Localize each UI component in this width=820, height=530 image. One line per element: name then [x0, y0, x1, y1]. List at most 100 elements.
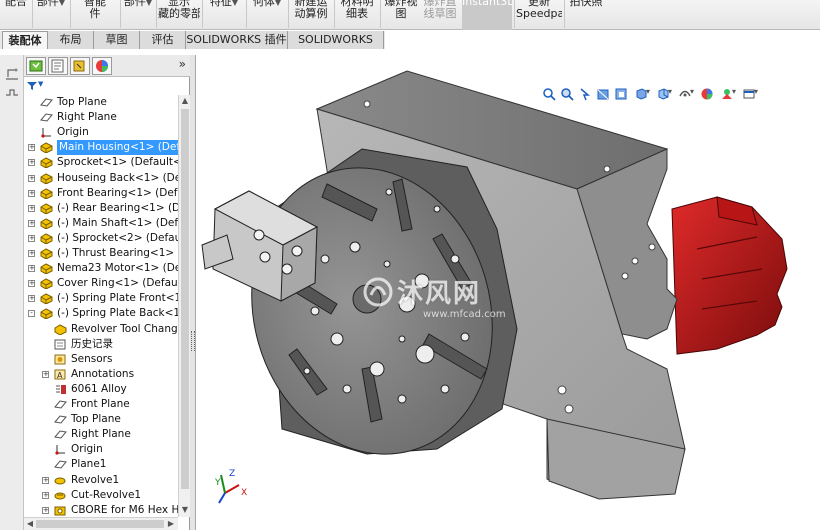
- panel-expand-chevron-icon[interactable]: »: [179, 57, 186, 71]
- part-icon: [40, 308, 53, 320]
- expand-plus-icon[interactable]: +: [28, 295, 35, 303]
- tree-item[interactable]: + (-) Main Shaft<1> (Default<<D: [24, 216, 178, 231]
- tree-item[interactable]: + Cut-Revolve1: [24, 488, 178, 503]
- tree-item[interactable]: + Front Bearing<1> (Default<<De: [24, 186, 178, 201]
- tree-item[interactable]: Top Plane: [24, 412, 178, 427]
- scroll-up-arrow-icon[interactable]: ▲: [180, 96, 190, 106]
- zoom-to-area-icon[interactable]: [560, 87, 574, 101]
- ribbon-take-snapshot[interactable]: 拍快照: [566, 0, 606, 30]
- expand-plus-icon[interactable]: +: [42, 491, 49, 499]
- expand-plus-icon[interactable]: +: [28, 280, 35, 288]
- scroll-down-arrow-icon[interactable]: ▼: [180, 505, 190, 515]
- expand-plus-icon[interactable]: +: [42, 506, 49, 514]
- edit-appearance-icon[interactable]: [700, 87, 714, 101]
- tree-item[interactable]: Right Plane: [24, 110, 178, 125]
- tree-item[interactable]: - (-) Spring Plate Back<1> (Def: [24, 306, 178, 321]
- tree-item[interactable]: + Cover Ring<1> (Default<<Defa: [24, 276, 178, 291]
- configuration-manager-tab[interactable]: [70, 57, 90, 75]
- expand-plus-icon[interactable]: +: [28, 234, 35, 242]
- ribbon-label: 部件: [36, 0, 59, 8]
- tree-item[interactable]: + Houseing Back<1> (Default<<D: [24, 171, 178, 186]
- expand-plus-icon[interactable]: +: [28, 250, 35, 257]
- watermark-text: 沐风网: [397, 279, 482, 309]
- ribbon-explode-line-sketch[interactable]: 爆炸直 线草图: [420, 0, 460, 30]
- motor[interactable]: [671, 196, 788, 355]
- dimension-icon[interactable]: [4, 87, 20, 99]
- previous-view-icon[interactable]: [578, 87, 592, 101]
- tab-solidworks-mbd[interactable]: SOLIDWORKS MBD: [288, 31, 384, 63]
- tab-sketch[interactable]: 草图: [94, 31, 140, 49]
- ribbon-reference-geometry[interactable]: 何体▼: [248, 0, 286, 30]
- ribbon-bill-of-materials[interactable]: 材料明 细表: [336, 0, 378, 30]
- ribbon-feature[interactable]: 特征▼: [204, 0, 244, 30]
- scroll-thumb[interactable]: [181, 109, 189, 489]
- appearance-icon: [96, 60, 108, 72]
- feature-manager-tab[interactable]: [26, 57, 46, 75]
- ribbon-component[interactable]: 部件▼: [34, 0, 68, 30]
- tab-solidworks-addins[interactable]: SOLIDWORKS 插件: [186, 31, 288, 49]
- expand-plus-icon[interactable]: +: [28, 189, 35, 197]
- configuration-icon: [73, 60, 85, 72]
- expand-plus-icon[interactable]: +: [28, 159, 35, 167]
- panel-splitter[interactable]: [190, 55, 196, 530]
- scroll-left-arrow-icon[interactable]: ◀: [25, 519, 35, 529]
- tree-item[interactable]: + (-) Thrust Bearing<1> (Default: [24, 246, 178, 261]
- tree-item[interactable]: Top Plane: [24, 95, 178, 110]
- tree-item[interactable]: + Main Housing<1> (Default<<De: [24, 140, 178, 156]
- expand-plus-icon[interactable]: +: [28, 174, 35, 182]
- scroll-thumb[interactable]: [36, 520, 164, 528]
- scroll-right-arrow-icon[interactable]: ▶: [166, 519, 176, 529]
- tree-vertical-scrollbar[interactable]: ▲ ▼: [178, 95, 190, 517]
- tab-layout[interactable]: 布局: [48, 31, 94, 49]
- section-view-icon[interactable]: [596, 87, 610, 101]
- expand-plus-icon[interactable]: +: [28, 219, 35, 227]
- tree-item[interactable]: Origin: [24, 125, 178, 140]
- ribbon-new-motion-study[interactable]: 新建运 动算例: [290, 0, 332, 30]
- expand-plus-icon[interactable]: +: [28, 204, 35, 212]
- tree-item[interactable]: + (-) Spring Plate Front<1> (Def: [24, 291, 178, 306]
- tree-item[interactable]: + Sprocket<1> (Default<<Default: [24, 155, 178, 170]
- tree-item[interactable]: Front Plane: [24, 397, 178, 412]
- tree-item[interactable]: Sensors: [24, 352, 178, 367]
- tree-item[interactable]: Right Plane: [24, 427, 178, 442]
- splitter-grip[interactable]: [191, 331, 195, 351]
- tree-item[interactable]: Revolver Tool Changer: [24, 322, 178, 337]
- ribbon-smart-fastener[interactable]: 智能件: [72, 0, 118, 30]
- tree-item[interactable]: + (-) Sprocket<2> (Default<<Def: [24, 231, 178, 246]
- dropdown-caret-icon[interactable]: ▾: [754, 87, 768, 101]
- tree-horizontal-scrollbar[interactable]: ◀ ▶: [24, 517, 178, 530]
- ribbon-move-component[interactable]: 部件▼: [122, 0, 154, 30]
- tree-item[interactable]: + A Annotations: [24, 367, 178, 382]
- tree-item[interactable]: + CBORE for M6 Hex Head Bolt1: [24, 503, 178, 517]
- display-manager-tab[interactable]: [92, 57, 112, 75]
- dynamic-annotation-icon[interactable]: [614, 87, 628, 101]
- expand-plus-icon[interactable]: +: [42, 476, 49, 484]
- tree-item[interactable]: + Revolve1: [24, 473, 178, 488]
- property-manager-tab[interactable]: [48, 57, 68, 75]
- expand-plus-icon[interactable]: +: [42, 370, 49, 378]
- tree-item[interactable]: + (-) Rear Bearing<1> (Default<<: [24, 201, 178, 216]
- expand-plus-icon[interactable]: +: [28, 144, 35, 152]
- triad-x-axis: [224, 484, 240, 494]
- graphics-area[interactable]: ▾ ▾ ▾ ▾ ▾ 沐风网 www.mfcad.com X Y Z: [197, 49, 820, 530]
- ribbon-exploded-view[interactable]: 爆炸视图: [382, 0, 420, 30]
- tree-item[interactable]: Origin: [24, 442, 178, 457]
- ribbon-label: 件: [89, 7, 101, 20]
- zoom-to-fit-icon[interactable]: [542, 87, 556, 101]
- tree-item[interactable]: 历史记录: [24, 337, 178, 352]
- tree-item[interactable]: Plane1: [24, 457, 178, 472]
- ribbon-show-hidden[interactable]: 显示藏的零部件: [158, 0, 200, 30]
- part-icon: [40, 142, 53, 154]
- ribbon-label: 何体: [252, 0, 275, 8]
- tab-evaluate[interactable]: 评估: [140, 31, 186, 49]
- sketch-icon[interactable]: [4, 67, 20, 81]
- expand-plus-icon[interactable]: +: [28, 265, 35, 273]
- ribbon-instant3d[interactable]: Instant3D: [462, 0, 512, 30]
- collapse-minus-icon[interactable]: -: [28, 310, 35, 318]
- tab-assembly[interactable]: 装配体: [2, 31, 48, 49]
- tree-item[interactable]: + Nema23 Motor<1> (Default<<: [24, 261, 178, 276]
- ribbon-mate[interactable]: 配合: [2, 0, 30, 30]
- tree-item[interactable]: 6061 Alloy: [24, 382, 178, 397]
- tree-filter-button[interactable]: ▼: [26, 79, 54, 93]
- ribbon-update-speedpak[interactable]: 更新Speedpak: [516, 0, 562, 30]
